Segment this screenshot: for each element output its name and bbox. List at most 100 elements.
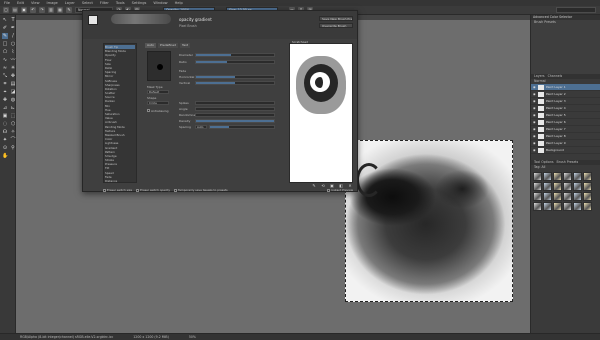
visibility-eye-icon[interactable]: ◉ <box>533 134 536 138</box>
layer-row[interactable]: ◉ Paint Layer 7 <box>531 126 600 133</box>
freehand-brush-icon[interactable]: ✎ <box>2 33 8 39</box>
menu-image[interactable]: Image <box>47 1 58 5</box>
fill-scratchpad-icon[interactable]: ✎ <box>311 183 317 188</box>
visibility-eye-icon[interactable]: ◉ <box>533 99 536 103</box>
brush-preset-thumbnail[interactable] <box>583 192 592 201</box>
ellipse-select-icon[interactable]: ◌ <box>2 121 8 127</box>
eraser-size-option[interactable]: Eraser switch size <box>103 188 132 192</box>
spikes-spinbox[interactable] <box>195 101 275 105</box>
preset-thumbnail-icon[interactable] <box>88 15 98 25</box>
tab-auto[interactable]: Auto <box>145 43 156 48</box>
menu-edit[interactable]: Edit <box>17 1 24 5</box>
assistant-tool-icon[interactable]: ⊿ <box>2 105 8 111</box>
brush-preset-thumbnail[interactable] <box>573 192 582 201</box>
layer-row[interactable]: ◉ Paint Layer 1 <box>531 84 600 91</box>
shape-select[interactable]: Circle <box>147 101 169 105</box>
brush-preset-thumbnail[interactable] <box>563 172 572 181</box>
brush-preset-thumbnail[interactable] <box>543 202 552 211</box>
layer-row[interactable]: ◉ Paint Layer 9 <box>531 140 600 147</box>
copy-to-scratchpad-icon[interactable]: ▣ <box>329 183 335 188</box>
layer-row[interactable]: ◉ Paint Layer 8 <box>531 133 600 140</box>
menu-file[interactable]: File <box>4 1 10 5</box>
spacing-slider[interactable] <box>209 125 275 129</box>
tab-brush-presets[interactable]: Brush Presets <box>554 160 579 165</box>
layer-row[interactable]: ◉ Paint Layer 4 <box>531 105 600 112</box>
visibility-eye-icon[interactable]: ◉ <box>533 92 536 96</box>
brush-preset-thumbnail[interactable] <box>533 182 542 191</box>
save-icon[interactable]: ▣ <box>21 7 27 13</box>
visibility-eye-icon[interactable]: ◉ <box>533 127 536 131</box>
brush-preset-thumbnail[interactable] <box>543 172 552 181</box>
zoom-level[interactable]: 50% <box>189 335 196 339</box>
brush-preset-thumbnail[interactable] <box>563 192 572 201</box>
visibility-eye-icon[interactable]: ◉ <box>533 148 536 152</box>
temp-save-checkbox[interactable] <box>174 188 178 192</box>
redo-icon[interactable]: ↷ <box>39 7 45 13</box>
brush-preset-thumbnail[interactable] <box>563 182 572 191</box>
horizontal-slider[interactable] <box>195 75 275 79</box>
brush-preset-thumbnail[interactable] <box>573 182 582 191</box>
brush-preset-thumbnail[interactable] <box>553 172 562 181</box>
brush-preset-thumbnail[interactable] <box>583 202 592 211</box>
visibility-eye-icon[interactable]: ◉ <box>533 113 536 117</box>
brush-preset-thumbnail[interactable] <box>573 202 582 211</box>
brush-preset-thumbnail[interactable] <box>533 172 542 181</box>
brush-preset-thumbnail[interactable] <box>553 202 562 211</box>
eraser-size-checkbox[interactable] <box>103 188 106 192</box>
instant-preview-checkbox[interactable] <box>327 188 331 192</box>
brush-preset-icon[interactable]: ✎ <box>66 7 72 13</box>
crop-tool-icon[interactable]: ⌗ <box>2 81 8 87</box>
brush-preset-thumbnail[interactable] <box>543 192 552 201</box>
smart-patch-icon[interactable]: ✚ <box>2 97 8 103</box>
eraser-opacity-checkbox[interactable] <box>136 188 140 192</box>
scratchpad[interactable] <box>289 43 353 183</box>
vertical-slider[interactable] <box>195 81 275 85</box>
visibility-eye-icon[interactable]: ◉ <box>533 120 536 124</box>
transform-tool-icon[interactable]: ⤡ <box>2 73 8 79</box>
instant-preview-option[interactable]: Instant Preview <box>327 188 353 192</box>
visibility-eye-icon[interactable]: ◉ <box>533 85 536 89</box>
diameter-slider[interactable] <box>195 53 275 57</box>
menu-window[interactable]: Window <box>153 1 167 5</box>
bezier-tool-icon[interactable]: ∿ <box>2 57 8 63</box>
brush-preset-thumbnail[interactable] <box>533 202 542 211</box>
menu-layer[interactable]: Layer <box>65 1 75 5</box>
rectangle-tool-icon[interactable]: □ <box>2 41 8 47</box>
tab-channels[interactable]: Channels <box>545 74 563 79</box>
workspace-select[interactable] <box>556 7 596 13</box>
magnetic-select-icon[interactable]: ⊙ <box>2 145 8 151</box>
reference-images-icon[interactable]: ▣ <box>2 113 8 119</box>
menu-select[interactable]: Select <box>82 1 93 5</box>
overwrite-brush-button[interactable]: Overwrite Brush <box>319 23 353 28</box>
color-selector-panel[interactable]: Brush Presets <box>531 20 600 74</box>
brush-preset-thumbnail[interactable] <box>573 172 582 181</box>
open-document-icon[interactable]: ▤ <box>12 7 18 13</box>
clear-scratchpad-icon[interactable]: ✕ <box>347 183 353 188</box>
antialias-checkbox[interactable] <box>147 109 150 112</box>
dynamic-brush-icon[interactable]: ≈ <box>2 65 8 71</box>
new-document-icon[interactable]: ▢ <box>3 7 9 13</box>
menu-help[interactable]: Help <box>175 1 183 5</box>
eraser-opacity-option[interactable]: Eraser switch opacity <box>136 188 170 192</box>
layer-row[interactable]: ◉ Background <box>531 147 600 154</box>
tab-text[interactable]: Text <box>180 43 191 48</box>
layer-row[interactable]: ◉ Paint Layer 6 <box>531 119 600 126</box>
visibility-eye-icon[interactable]: ◉ <box>533 141 536 145</box>
menu-view[interactable]: View <box>31 1 40 5</box>
gradient-icon[interactable]: ▥ <box>48 7 54 13</box>
pattern-icon[interactable]: ▦ <box>57 7 63 13</box>
menu-settings[interactable]: Settings <box>132 1 147 5</box>
menu-tools[interactable]: Tools <box>116 1 125 5</box>
polygon-tool-icon[interactable]: ⬠ <box>2 49 8 55</box>
brush-preset-thumbnail[interactable] <box>563 202 572 211</box>
spacing-auto-toggle[interactable]: Auto <box>195 125 207 129</box>
fill-gradient-icon[interactable]: ◧ <box>338 183 344 188</box>
tab-predefined[interactable]: Predefined <box>157 43 179 48</box>
randomness-spinbox[interactable] <box>195 113 275 117</box>
undo-icon[interactable]: ↶ <box>30 7 36 13</box>
save-new-preset-button[interactable]: Save New Brush Preset... <box>319 16 353 21</box>
ratio-slider[interactable] <box>195 60 275 64</box>
layer-row[interactable]: ◉ Paint Layer 3 <box>531 98 600 105</box>
brush-options-list[interactable]: Brush Tip Blending Mode Opacity Flow Size Rat… <box>103 43 137 183</box>
pan-tool-icon[interactable]: ✋ <box>2 153 8 159</box>
